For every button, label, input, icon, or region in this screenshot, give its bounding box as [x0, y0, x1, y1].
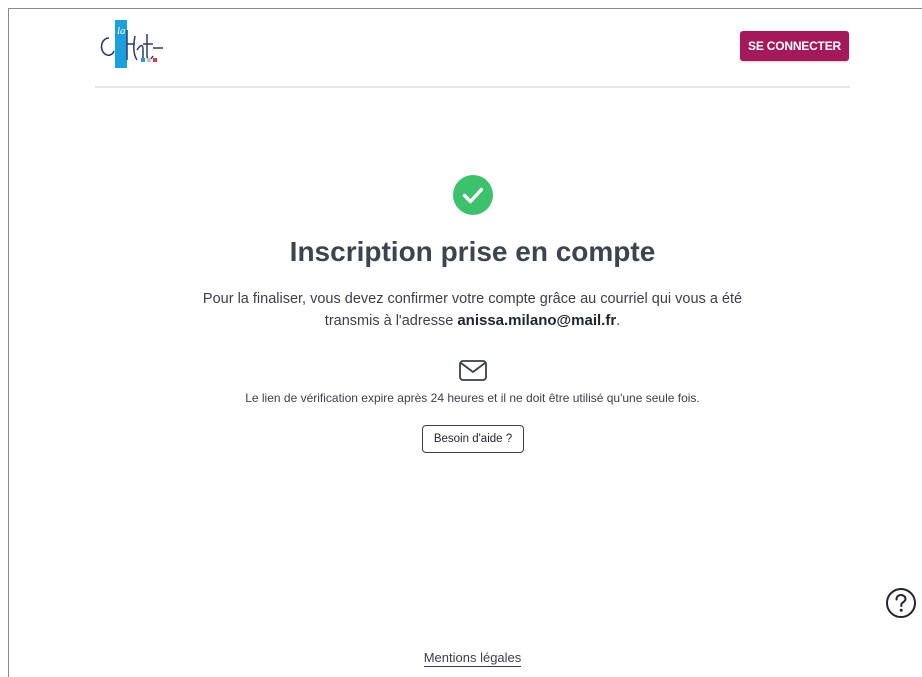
- email-address: anissa.milano@mail.fr: [457, 312, 617, 329]
- footer-legal: Mentions légales: [0, 650, 922, 667]
- brand-logo[interactable]: la: [97, 20, 169, 72]
- message-end: .: [616, 313, 621, 329]
- login-button[interactable]: SE CONNECTER: [740, 31, 849, 61]
- question-circle-icon[interactable]: [885, 587, 917, 619]
- envelope-icon: [459, 360, 487, 381]
- page-frame: [8, 8, 922, 677]
- confirmation-message: Pour la finaliser, vous devez confirmer …: [200, 288, 745, 332]
- page-title: Inscription prise en compte: [289, 236, 656, 267]
- check-circle-icon: [453, 175, 493, 215]
- svg-text:la: la: [117, 25, 126, 37]
- header-divider: [95, 86, 850, 88]
- help-button[interactable]: Besoin d'aide ?: [422, 425, 524, 453]
- expiry-notice: Le lien de vérification expire après 24 …: [245, 391, 700, 405]
- legal-notice-link[interactable]: Mentions légales: [423, 650, 522, 667]
